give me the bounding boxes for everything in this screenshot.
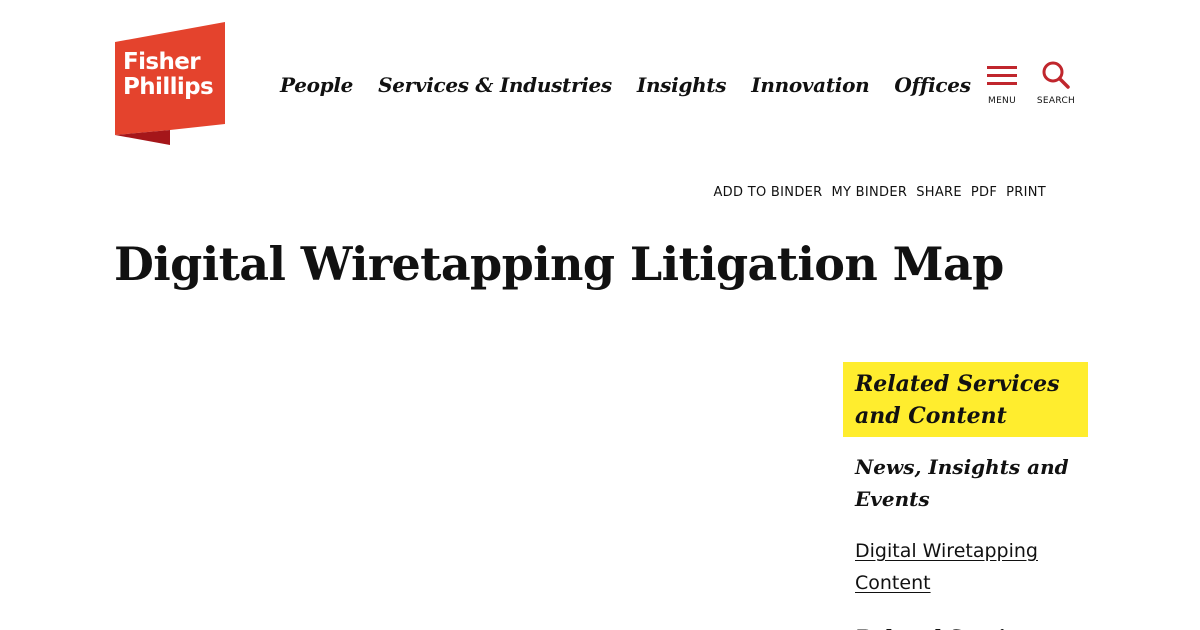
nav-item-people[interactable]: People	[280, 70, 353, 100]
logo-line-2: Phillips	[123, 74, 214, 100]
primary-nav: People Services & Industries Insights In…	[280, 70, 971, 100]
fisher-phillips-logo[interactable]: Fisher Phillips	[115, 22, 225, 145]
page: Fisher Phillips People Services & Indust…	[0, 0, 1200, 630]
nav-item-insights[interactable]: Insights	[637, 70, 727, 100]
nav-item-services-industries[interactable]: Services & Industries	[378, 70, 612, 100]
logo-wordmark: Fisher Phillips	[123, 49, 214, 100]
nav-item-offices[interactable]: Offices	[894, 70, 971, 100]
page-actions: ADD TO BINDER MY BINDER SHARE PDF PRINT	[713, 184, 1046, 202]
print-link[interactable]: PRINT	[1006, 184, 1046, 202]
news-insights-heading: News, Insights and Events	[855, 455, 1069, 511]
pdf-link[interactable]: PDF	[971, 184, 997, 202]
search-button[interactable]: SEARCH	[1032, 60, 1080, 106]
page-title: Digital Wiretapping Litigation Map	[114, 237, 1004, 291]
related-services-heading: Related Services	[855, 621, 1088, 630]
menu-label: MENU	[988, 96, 1016, 106]
related-sidebar: Related Services and Content News, Insig…	[843, 362, 1088, 630]
related-heading: Related Services and Content	[843, 362, 1088, 437]
hamburger-icon	[987, 66, 1017, 85]
nav-item-innovation[interactable]: Innovation	[751, 70, 869, 100]
my-binder-link[interactable]: MY BINDER	[831, 184, 907, 202]
digital-wiretapping-content-link[interactable]: Digital Wiretapping Content	[855, 535, 1088, 599]
add-to-binder-link[interactable]: ADD TO BINDER	[713, 184, 822, 202]
share-link[interactable]: SHARE	[916, 184, 962, 202]
search-icon	[1042, 61, 1070, 89]
logo-line-1: Fisher	[123, 49, 201, 75]
search-label: SEARCH	[1036, 96, 1076, 106]
menu-button[interactable]: MENU	[980, 60, 1024, 106]
